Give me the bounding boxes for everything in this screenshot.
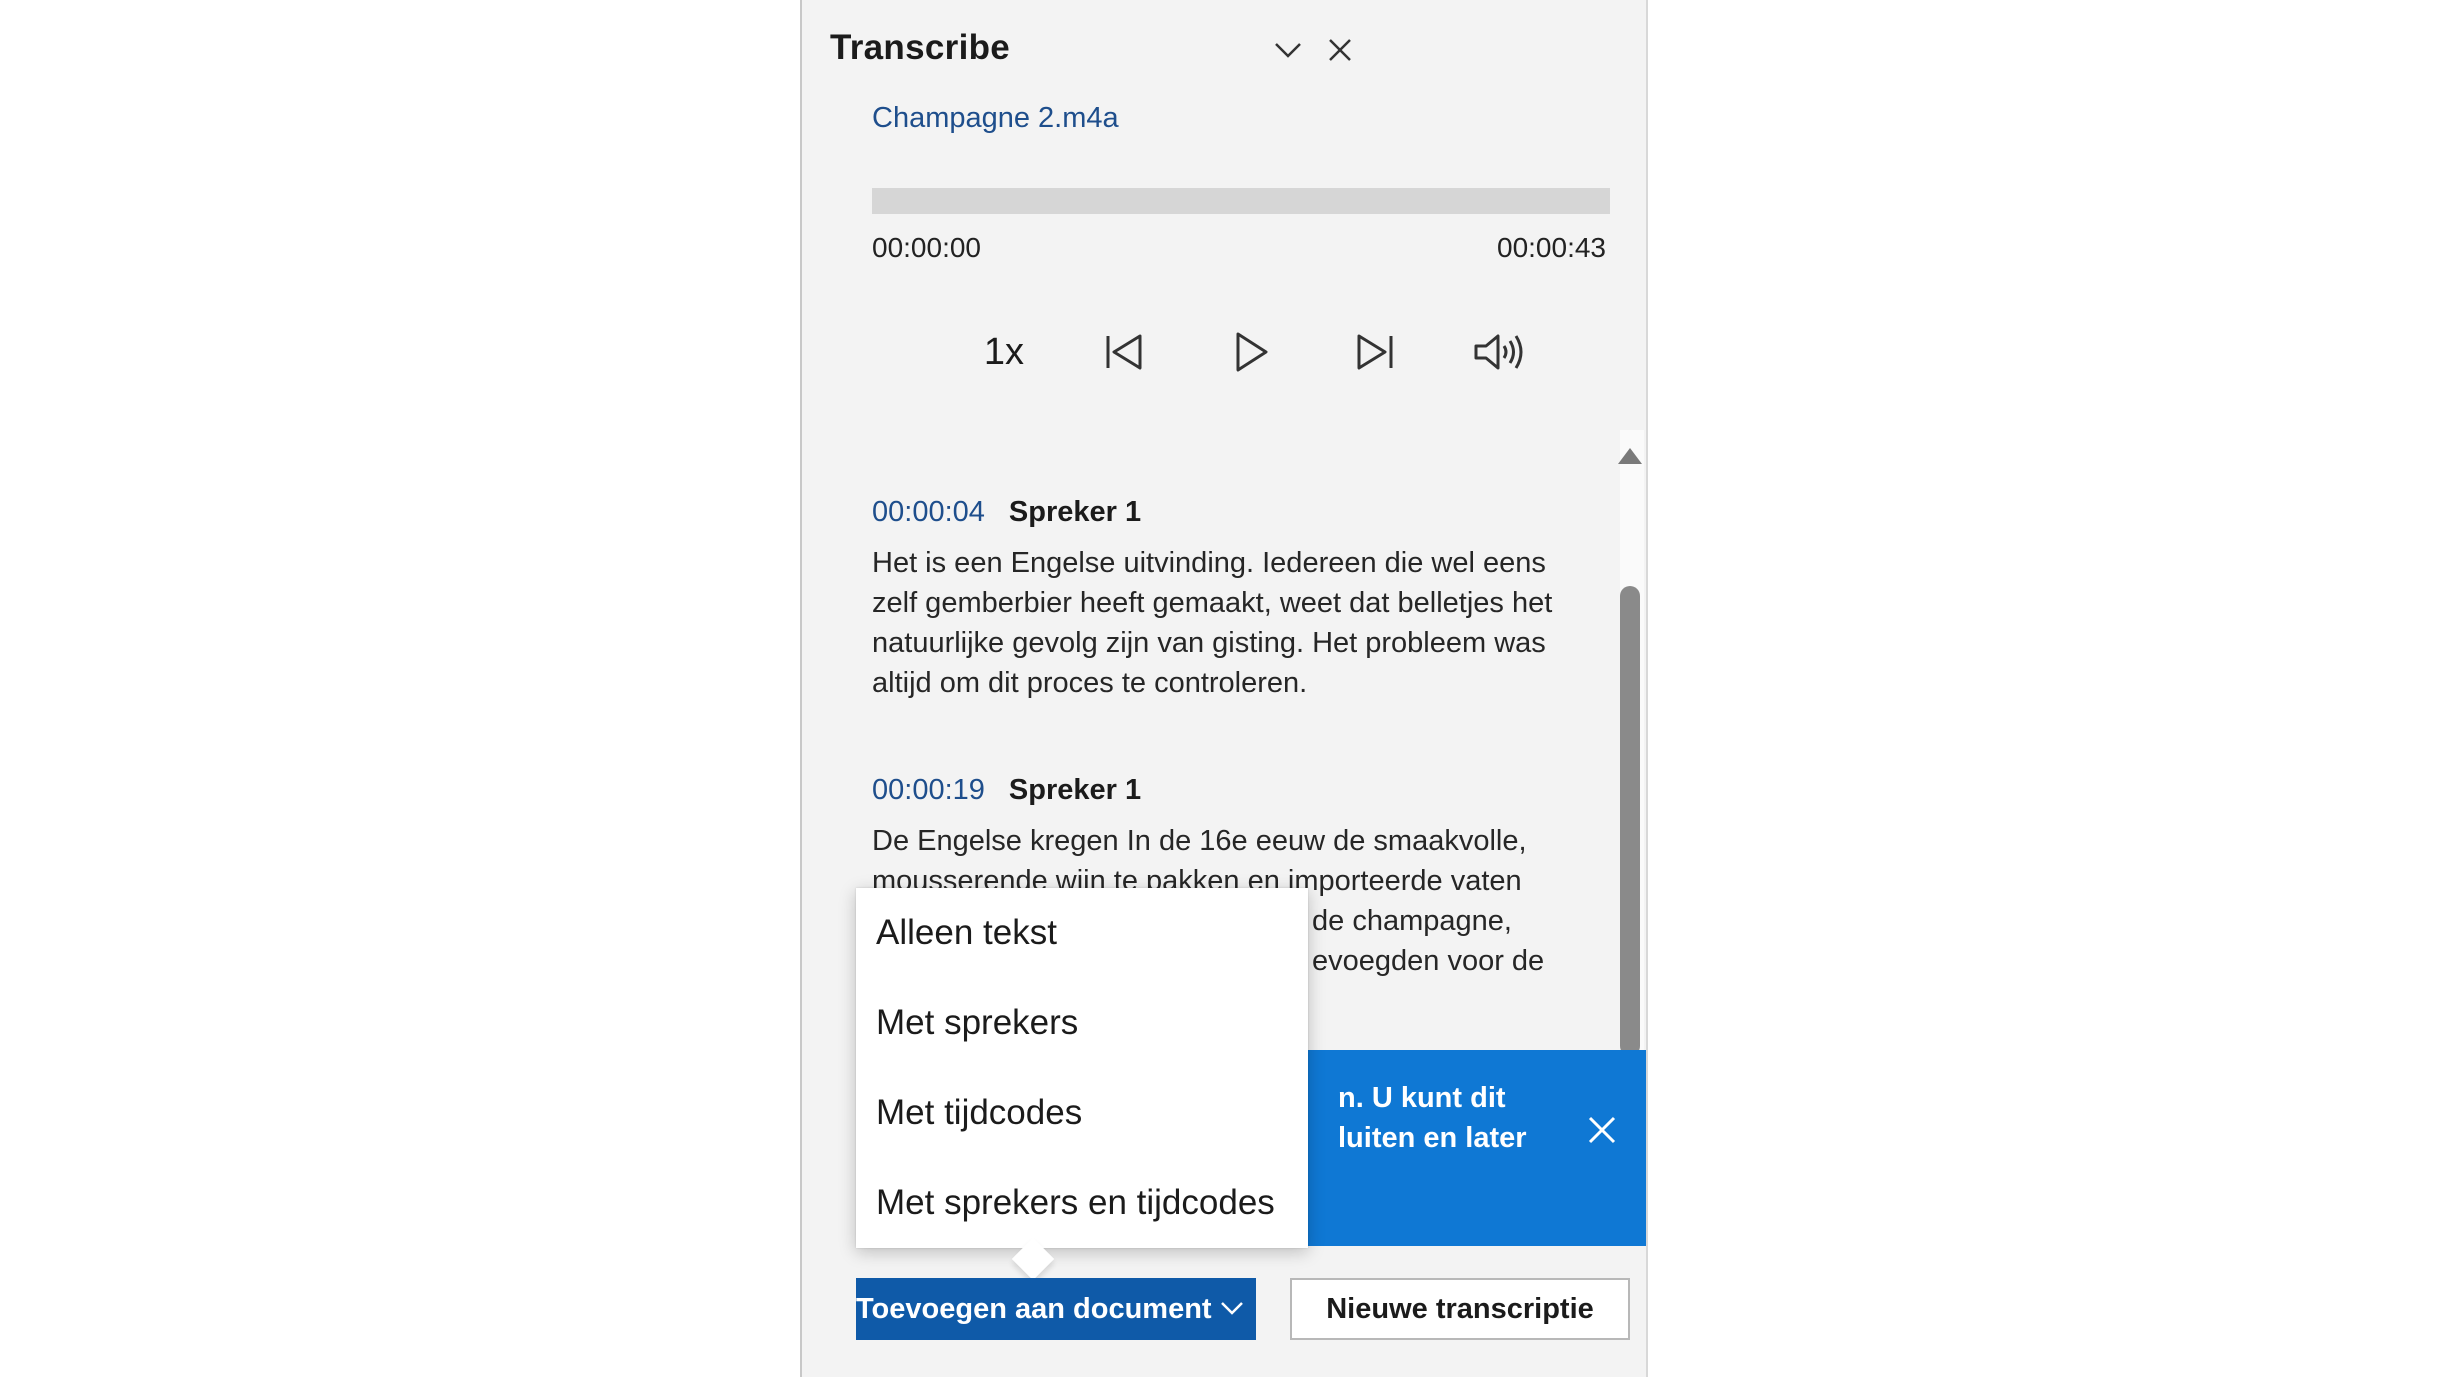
add-to-document-button[interactable]: Toevoegen aan document <box>856 1278 1256 1340</box>
forward-button[interactable] <box>1347 322 1403 382</box>
entry-line: natuurlijke gevolg zijn van gisting. Het… <box>872 627 1546 659</box>
entry-timestamp[interactable]: 00:00:19 <box>872 774 985 807</box>
entry-speaker: Spreker 1 <box>1008 496 1142 528</box>
menu-item-with-speakers[interactable]: Met sprekers <box>856 978 1308 1068</box>
collapse-button[interactable] <box>1268 30 1308 70</box>
entry-timestamp[interactable]: 00:00:04 <box>872 496 985 529</box>
play-button[interactable] <box>1222 322 1278 382</box>
playback-progress-bar[interactable] <box>872 188 1610 214</box>
pane-title: Transcribe <box>830 28 1011 67</box>
close-icon <box>1588 1116 1616 1144</box>
notification-toast: n. U kunt dit luiten en later <box>1302 1050 1646 1246</box>
playback-speed-button[interactable]: 1x <box>974 322 1034 382</box>
current-time: 00:00:00 <box>872 232 981 263</box>
rewind-button[interactable] <box>1096 322 1152 382</box>
volume-button[interactable] <box>1470 322 1530 382</box>
entry-line: Het is een Engelse uitvinding. Iedereen … <box>872 547 1546 579</box>
entry-speaker: Spreker 1 <box>1008 774 1142 806</box>
entry-line: De Engelse kregen In de 16e eeuw de smaa… <box>872 825 1527 857</box>
close-icon <box>1329 39 1351 61</box>
new-transcription-button[interactable]: Nieuwe transcriptie <box>1290 1278 1630 1340</box>
menu-item-with-timestamps[interactable]: Met tijdcodes <box>856 1068 1308 1158</box>
add-to-document-label: Toevoegen aan document <box>856 1292 1212 1325</box>
volume-icon <box>1474 334 1523 370</box>
close-pane-button[interactable] <box>1320 30 1360 70</box>
add-to-document-menu: Alleen tekst Met sprekers Met tijdcodes … <box>856 888 1308 1248</box>
play-icon <box>1236 332 1268 372</box>
scrollbar-thumb[interactable] <box>1620 586 1640 1056</box>
audio-file-name[interactable]: Champagne 2.m4a <box>872 102 1119 135</box>
entry-line: zelf gemberbier heeft gemaakt, weet dat … <box>872 587 1553 619</box>
chevron-down-icon <box>1221 1302 1243 1315</box>
entry-text: Het is een Engelse uitvinding. Iedereen … <box>872 543 1582 703</box>
toast-close-button[interactable] <box>1582 1110 1622 1150</box>
menu-item-speakers-and-timestamps[interactable]: Met sprekers en tijdcodes <box>856 1158 1308 1248</box>
rewind-icon <box>1106 334 1142 370</box>
forward-icon <box>1357 334 1393 370</box>
total-time: 00:00:43 <box>1497 232 1606 263</box>
menu-item-text-only[interactable]: Alleen tekst <box>856 888 1308 978</box>
toast-message: n. U kunt dit luiten en later <box>1338 1082 1527 1154</box>
transcribe-pane: Transcribe Champagne 2.m4a 00:00:00 00:0… <box>800 0 1648 1377</box>
entry-line: altijd om dit proces te controleren. <box>872 667 1308 699</box>
transcript-entry: 00:00:04 Spreker 1 Het is een Engelse ui… <box>872 496 1582 703</box>
chevron-down-icon <box>1275 43 1301 58</box>
scroll-up-arrow-icon[interactable] <box>1618 448 1642 464</box>
